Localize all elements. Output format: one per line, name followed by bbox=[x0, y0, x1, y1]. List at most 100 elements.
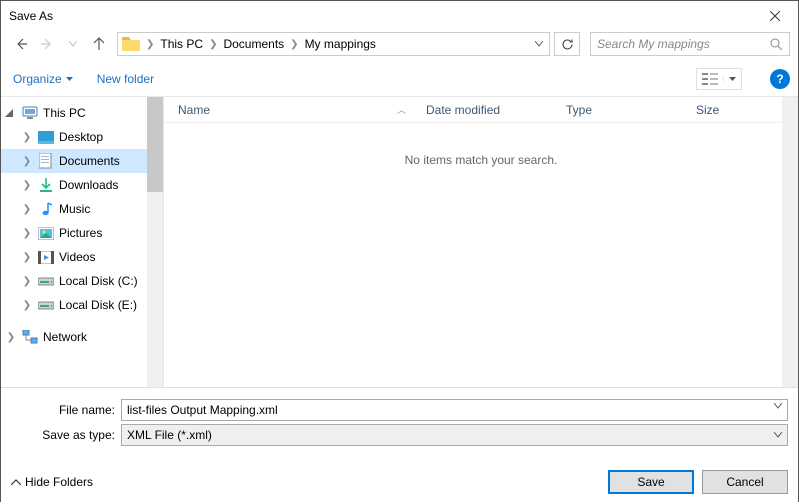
tree-network[interactable]: ❯ Network bbox=[1, 325, 163, 349]
hide-folders-label: Hide Folders bbox=[25, 475, 93, 489]
savetype-row: Save as type: XML File (*.xml) bbox=[11, 424, 788, 446]
filename-input[interactable] bbox=[121, 399, 788, 421]
expand-icon[interactable]: ❯ bbox=[21, 204, 33, 215]
new-folder-button[interactable]: New folder bbox=[93, 72, 154, 86]
tree-label: Pictures bbox=[59, 226, 102, 240]
network-icon bbox=[22, 329, 38, 345]
tree-disk-c[interactable]: ❯ Local Disk (C:) bbox=[1, 269, 163, 293]
filename-row: File name: bbox=[11, 399, 788, 421]
address-dropdown[interactable] bbox=[529, 41, 549, 47]
close-button[interactable] bbox=[752, 1, 798, 31]
breadcrumb-documents[interactable]: Documents bbox=[219, 37, 288, 51]
search-box[interactable] bbox=[590, 32, 790, 56]
organize-menu[interactable]: Organize bbox=[9, 72, 73, 86]
arrow-right-icon bbox=[40, 37, 54, 51]
chevron-down-icon bbox=[535, 41, 543, 47]
col-header-type[interactable]: Type bbox=[566, 103, 696, 117]
expand-icon[interactable]: ❯ bbox=[21, 228, 33, 239]
col-header-size[interactable]: Size bbox=[696, 103, 766, 117]
expand-icon[interactable]: ❯ bbox=[21, 252, 33, 263]
drive-icon bbox=[38, 297, 54, 313]
caret-down-icon bbox=[66, 77, 73, 81]
chevron-down-icon bbox=[774, 403, 782, 409]
list-scrollbar[interactable] bbox=[782, 97, 798, 387]
expand-icon[interactable]: ❯ bbox=[21, 156, 33, 167]
filename-dropdown[interactable] bbox=[774, 403, 782, 409]
col-header-name[interactable]: Name︿ bbox=[178, 103, 426, 117]
tree-music[interactable]: ❯ Music bbox=[1, 197, 163, 221]
tree-documents[interactable]: ❯ Documents bbox=[1, 149, 163, 173]
view-options[interactable] bbox=[696, 68, 742, 90]
drive-icon bbox=[38, 273, 54, 289]
save-button[interactable]: Save bbox=[608, 470, 694, 494]
tree-label: This PC bbox=[43, 106, 86, 120]
footer-row: Hide Folders Save Cancel bbox=[11, 470, 788, 494]
tree-downloads[interactable]: ❯ Downloads bbox=[1, 173, 163, 197]
forward-button[interactable] bbox=[35, 32, 59, 56]
collapse-icon[interactable] bbox=[5, 109, 17, 117]
arrow-up-icon bbox=[92, 37, 106, 51]
folder-tree: This PC ❯ Desktop ❯ Documents ❯ Downloads ❯… bbox=[1, 97, 163, 387]
address-bar[interactable]: ❯ This PC ❯ Documents ❯ My mappings bbox=[117, 32, 550, 56]
tree-label: Downloads bbox=[59, 178, 118, 192]
breadcrumb-mymappings[interactable]: My mappings bbox=[301, 37, 380, 51]
expand-icon[interactable]: ❯ bbox=[21, 132, 33, 143]
tree-label: Desktop bbox=[59, 130, 103, 144]
downloads-icon bbox=[38, 177, 54, 193]
hide-folders-button[interactable]: Hide Folders bbox=[11, 475, 93, 489]
empty-message: No items match your search. bbox=[164, 153, 798, 167]
tree-pictures[interactable]: ❯ Pictures bbox=[1, 221, 163, 245]
expand-icon[interactable]: ❯ bbox=[5, 332, 17, 343]
expand-icon[interactable]: ❯ bbox=[21, 180, 33, 191]
documents-icon bbox=[38, 153, 54, 169]
filename-label: File name: bbox=[11, 403, 121, 417]
desktop-icon bbox=[38, 129, 54, 145]
new-folder-label: New folder bbox=[97, 72, 154, 86]
file-list: Name︿ Date modified Type Size No items m… bbox=[163, 97, 798, 387]
tree-label: Local Disk (C:) bbox=[59, 274, 138, 288]
expand-icon[interactable]: ❯ bbox=[21, 276, 33, 287]
bottom-panel: File name: Save as type: XML File (*.xml… bbox=[1, 387, 798, 504]
back-button[interactable] bbox=[9, 32, 33, 56]
list-header: Name︿ Date modified Type Size bbox=[164, 97, 798, 123]
chevron-down-icon bbox=[69, 41, 77, 47]
chevron-right-icon[interactable]: ❯ bbox=[207, 39, 219, 50]
view-mode-icon bbox=[697, 73, 723, 85]
window-title: Save As bbox=[9, 9, 752, 23]
title-bar: Save As bbox=[1, 1, 798, 31]
sort-asc-icon: ︿ bbox=[397, 103, 406, 116]
tree-label: Music bbox=[59, 202, 90, 216]
chevron-down-icon bbox=[774, 432, 782, 438]
videos-icon bbox=[38, 249, 54, 265]
scrollbar-thumb[interactable] bbox=[147, 97, 163, 192]
tree-scrollbar[interactable] bbox=[147, 97, 163, 387]
tree-videos[interactable]: ❯ Videos bbox=[1, 245, 163, 269]
tree-disk-e[interactable]: ❯Local Disk (E:) bbox=[1, 293, 163, 317]
folder-icon bbox=[122, 37, 140, 51]
tree-label: Network bbox=[43, 330, 87, 344]
search-input[interactable] bbox=[597, 37, 770, 51]
tree-label: Documents bbox=[59, 154, 120, 168]
chevron-up-icon bbox=[11, 479, 21, 486]
tree-label: Videos bbox=[59, 250, 95, 264]
chevron-right-icon[interactable]: ❯ bbox=[288, 39, 300, 50]
refresh-button[interactable] bbox=[554, 32, 580, 56]
help-button[interactable]: ? bbox=[770, 69, 790, 89]
tree-this-pc[interactable]: This PC bbox=[1, 101, 163, 125]
breadcrumb-thispc[interactable]: This PC bbox=[156, 37, 207, 51]
savetype-combo[interactable]: XML File (*.xml) bbox=[121, 424, 788, 446]
pictures-icon bbox=[38, 225, 54, 241]
col-header-date[interactable]: Date modified bbox=[426, 103, 566, 117]
recent-dropdown[interactable] bbox=[61, 32, 85, 56]
refresh-icon bbox=[561, 38, 574, 51]
tree-desktop[interactable]: ❯ Desktop bbox=[1, 125, 163, 149]
computer-icon bbox=[22, 105, 38, 121]
arrow-left-icon bbox=[14, 37, 28, 51]
chevron-right-icon[interactable]: ❯ bbox=[144, 39, 156, 50]
savetype-value: XML File (*.xml) bbox=[127, 428, 212, 442]
nav-bar: ❯ This PC ❯ Documents ❯ My mappings bbox=[1, 31, 798, 61]
music-icon bbox=[38, 201, 54, 217]
up-button[interactable] bbox=[87, 32, 111, 56]
cancel-button[interactable]: Cancel bbox=[702, 470, 788, 494]
expand-icon[interactable]: ❯ bbox=[21, 300, 33, 311]
